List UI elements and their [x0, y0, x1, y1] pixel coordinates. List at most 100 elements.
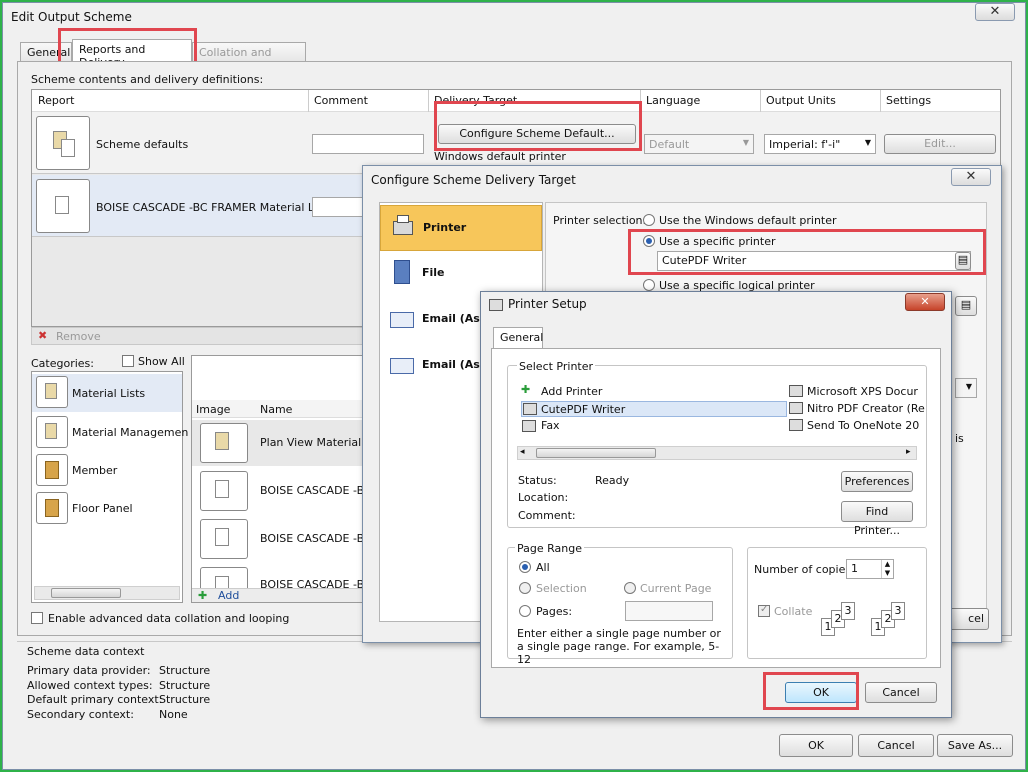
printer-selection-label: Printer selection: — [553, 214, 647, 227]
printer-list-scrollbar[interactable]: ◂ ▸ — [517, 446, 917, 460]
report-list-header: Image Name — [192, 400, 368, 418]
radio-default-printer[interactable] — [643, 214, 655, 226]
nav-printer[interactable]: Printer — [380, 205, 542, 251]
enable-advanced-label: Enable advanced data collation and loopi… — [48, 612, 290, 625]
list-item[interactable]: Microsoft XPS Docur — [787, 384, 918, 400]
close-button[interactable]: ✕ — [975, 3, 1015, 21]
partial-text: is — [955, 432, 964, 445]
close-button[interactable]: ✕ — [951, 168, 991, 186]
remove-button[interactable]: Remove — [56, 330, 101, 343]
radio-all[interactable] — [519, 561, 531, 573]
list-item[interactable]: Material Managemen — [32, 414, 188, 450]
language-select[interactable]: Default ▼ — [644, 134, 754, 154]
pages-field[interactable] — [625, 601, 713, 621]
table-row[interactable]: BOISE CASCADE -BC... — [192, 516, 382, 562]
header-comment: Comment — [314, 94, 368, 107]
location-label: Location: — [518, 491, 569, 504]
enable-advanced-checkbox[interactable] — [31, 612, 43, 624]
radio-selection[interactable] — [519, 582, 531, 594]
categories-label: Categories: — [31, 357, 94, 370]
printer-icon — [489, 299, 503, 311]
close-button[interactable]: ✕ — [905, 293, 945, 311]
show-all-checkbox[interactable] — [122, 355, 134, 367]
collate-illustration-icon: 1 2 3 — [871, 602, 919, 642]
list-item[interactable]: Send To OneNote 20 — [787, 418, 919, 434]
row-name: Scheme defaults — [96, 138, 189, 151]
context-title: Scheme data context — [27, 645, 145, 658]
section-label: Scheme contents and delivery definitions… — [31, 73, 264, 86]
preferences-button[interactable]: Preferences — [841, 471, 913, 492]
header-report: Report — [38, 94, 75, 107]
chevron-down-icon: ▼ — [965, 382, 972, 391]
categories-list: Material Lists Material Managemen Member… — [31, 371, 188, 603]
ok-button[interactable]: OK — [779, 734, 853, 757]
chevron-down-icon: ▼ — [742, 138, 749, 147]
radio-logical-printer[interactable] — [643, 279, 655, 291]
cancel-button[interactable]: Cancel — [858, 734, 934, 757]
tab-general[interactable]: General — [493, 327, 543, 349]
list-item[interactable]: CutePDF Writer — [521, 401, 787, 417]
collate-checkbox[interactable]: ✓ — [758, 604, 770, 617]
list-item[interactable]: Member — [32, 452, 182, 488]
table-row[interactable]: BOISE CASCADE -BC FRAMER Material List — [32, 175, 372, 237]
radio-current-page[interactable] — [624, 582, 636, 594]
highlight-configure — [434, 101, 642, 151]
report-thumbnail-icon — [200, 519, 248, 559]
printer-icon — [789, 402, 803, 414]
select-printer-label: Select Printer — [517, 360, 596, 373]
find-printer-button[interactable]: Find Printer... — [841, 501, 913, 537]
material-management-icon — [36, 416, 68, 448]
tab-collation-and-looping[interactable]: Collation and Looping — [192, 42, 306, 72]
save-as-button[interactable]: Save As... — [937, 734, 1013, 757]
comment-field[interactable] — [312, 134, 424, 154]
list-item[interactable]: Nitro PDF Creator (Re — [787, 401, 925, 417]
categories-scrollbar[interactable] — [34, 586, 180, 600]
browse-logical-button[interactable]: ▤ — [955, 296, 977, 316]
comment-label: Comment: — [518, 509, 576, 522]
material-lists-icon — [36, 376, 68, 408]
scroll-right-icon[interactable]: ▸ — [906, 447, 911, 457]
highlight-ok — [763, 672, 859, 710]
list-item[interactable]: ✚ Add Printer — [521, 383, 791, 400]
email-icon — [390, 352, 414, 378]
printer-icon — [391, 215, 415, 241]
window-title: Edit Output Scheme — [11, 10, 132, 24]
output-units-select[interactable]: Imperial: f'-i" ▼ — [764, 134, 876, 154]
scroll-left-icon[interactable]: ◂ — [520, 447, 525, 457]
show-all-label: Show All — [138, 355, 185, 368]
status-value: Ready — [595, 474, 630, 487]
page-range-hint: Enter either a single page number or a s… — [517, 627, 721, 666]
table-row[interactable]: BOISE CASCADE -BC... — [192, 564, 368, 588]
highlight-specific-printer — [628, 229, 986, 275]
radio-pages[interactable] — [519, 605, 531, 617]
collate-label: Collate — [774, 605, 813, 618]
report-list: Image Name Plan View Material L... BOISE… — [191, 355, 382, 603]
partial-dropdown[interactable]: ▼ — [955, 378, 977, 398]
printer-icon — [789, 385, 803, 397]
printer-icon — [789, 419, 803, 431]
add-icon: ✚ — [198, 589, 208, 602]
status-label: Status: — [518, 474, 557, 487]
delivery-target-text: Windows default printer — [434, 150, 566, 163]
grid-toolbar: ✖ Remove — [31, 327, 371, 345]
row-name: BOISE CASCADE -BC FRAMER Material List — [96, 201, 328, 214]
header-language: Language — [646, 94, 701, 107]
list-item[interactable]: Fax — [521, 418, 791, 434]
spin-icon[interactable]: ▲ ▼ — [881, 560, 893, 578]
table-row[interactable]: BOISE CASCADE -BC... — [192, 468, 382, 514]
add-button[interactable]: Add — [218, 589, 239, 602]
list-item[interactable]: Material Lists — [32, 374, 182, 412]
list-item[interactable]: Floor Panel — [32, 490, 182, 526]
header-settings: Settings — [886, 94, 932, 107]
scheme-icon — [36, 116, 90, 170]
table-row[interactable]: Plan View Material L... — [192, 420, 381, 466]
add-printer-icon: ✚ — [521, 383, 531, 396]
report-list-toolbar: ✚ Add — [192, 588, 368, 602]
cancel-button[interactable]: Cancel — [865, 682, 937, 703]
chevron-down-icon: ▼ — [864, 138, 871, 147]
remove-icon: ✖ — [38, 329, 48, 342]
dialog-title: Configure Scheme Delivery Target — [371, 173, 576, 187]
copies-label: Number of copies: — [754, 563, 855, 576]
settings-edit-button[interactable]: Edit... — [884, 134, 996, 154]
highlight-tab — [58, 28, 197, 65]
